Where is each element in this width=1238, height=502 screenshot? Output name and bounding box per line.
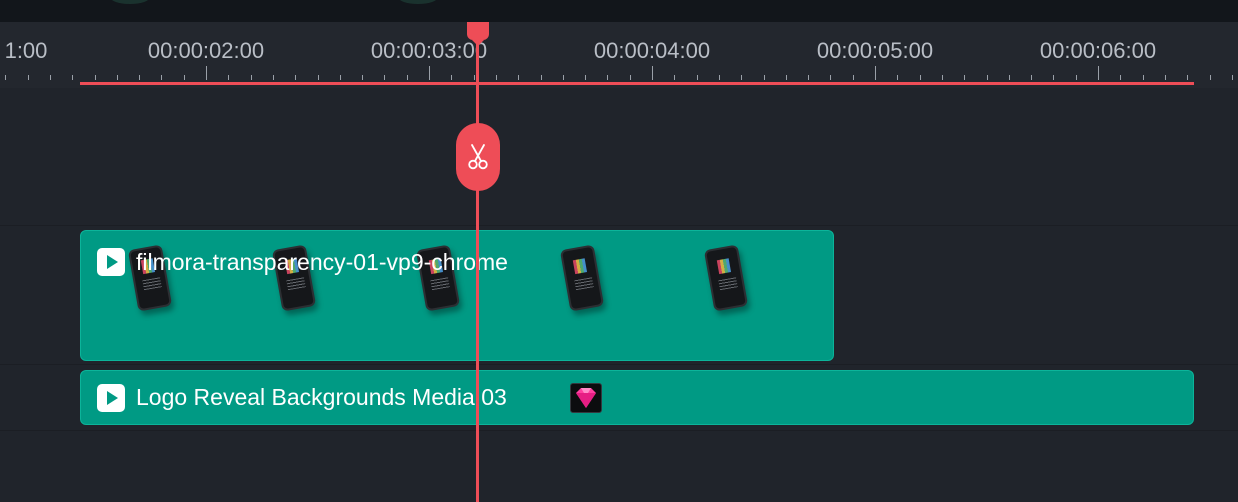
ruler-minor-tick — [518, 75, 519, 80]
clip-title: filmora-transparency-01-vp9-chrome — [136, 249, 508, 275]
video-clip-logo-reveal[interactable]: Logo Reveal Backgrounds Media 03 — [80, 370, 1194, 425]
ruler-minor-tick — [1053, 75, 1054, 80]
toolbar-control-icon[interactable] — [110, 0, 150, 4]
ruler-minor-tick — [451, 75, 452, 80]
ruler-minor-tick — [50, 75, 51, 80]
track-separator — [0, 364, 1238, 365]
premium-gem-icon — [570, 383, 602, 413]
phone-thumbnail-icon — [559, 244, 605, 312]
ruler-minor-tick — [808, 75, 809, 80]
ruler-minor-tick — [496, 75, 497, 80]
ruler-minor-tick — [1076, 75, 1077, 80]
video-clip-filmora-transparency[interactable]: filmora-transparency-01-vp9-chrome — [80, 230, 834, 361]
ruler-time-label: 1:00 — [4, 38, 48, 63]
track-separator — [0, 225, 1238, 226]
ruler-minor-tick — [251, 75, 252, 80]
ruler-minor-tick — [1165, 75, 1166, 80]
ruler-major-tick — [1098, 66, 1099, 80]
ruler-minor-tick — [942, 75, 943, 80]
split-clip-button[interactable] — [456, 123, 500, 191]
ruler-minor-tick — [585, 75, 586, 80]
ruler-minor-tick — [563, 75, 564, 80]
ruler-minor-tick — [764, 75, 765, 80]
work-area-bar[interactable] — [80, 82, 1194, 85]
ruler-minor-tick — [697, 75, 698, 80]
ruler-minor-tick — [853, 75, 854, 80]
play-icon — [97, 384, 125, 412]
playhead-handle[interactable] — [467, 22, 489, 46]
ruler-minor-tick — [897, 75, 898, 80]
ruler-minor-tick — [362, 75, 363, 80]
ruler-minor-tick — [117, 75, 118, 80]
ruler-time-label: 00:00:06:00 — [1039, 38, 1157, 63]
ruler-minor-tick — [830, 75, 831, 80]
ruler-minor-tick — [1187, 75, 1188, 80]
timeline-panel: 1:00 00:00:02:00 00:00:03:00 00:00:04:00… — [0, 0, 1238, 502]
track-separator — [0, 430, 1238, 431]
ruler-minor-tick — [1031, 75, 1032, 80]
ruler-minor-tick — [161, 75, 162, 80]
ruler-major-tick — [875, 66, 876, 80]
ruler-minor-tick — [184, 75, 185, 80]
ruler-minor-tick — [318, 75, 319, 80]
ruler-minor-tick — [1009, 75, 1010, 80]
ruler-major-tick — [206, 66, 207, 80]
ruler-minor-tick — [987, 75, 988, 80]
ruler-minor-tick — [541, 75, 542, 80]
ruler-time-label: 00:00:04:00 — [593, 38, 711, 63]
ruler-major-tick — [429, 66, 430, 80]
ruler-minor-tick — [95, 75, 96, 80]
ruler-minor-tick — [340, 75, 341, 80]
ruler-minor-tick — [295, 75, 296, 80]
ruler-minor-tick — [5, 75, 6, 80]
ruler-minor-tick — [28, 75, 29, 80]
ruler-minor-tick — [786, 75, 787, 80]
ruler-minor-tick — [474, 75, 475, 80]
ruler-minor-tick — [384, 75, 385, 80]
ruler-minor-tick — [964, 75, 965, 80]
ruler-minor-tick — [630, 75, 631, 80]
ruler-minor-tick — [607, 75, 608, 80]
play-icon — [97, 248, 125, 276]
time-ruler[interactable]: 1:00 00:00:02:00 00:00:03:00 00:00:04:00… — [0, 22, 1238, 88]
ruler-minor-tick — [1210, 75, 1211, 80]
ruler-minor-tick — [674, 75, 675, 80]
ruler-minor-tick — [273, 75, 274, 80]
ruler-minor-tick — [407, 75, 408, 80]
ruler-minor-tick — [741, 75, 742, 80]
toolbar-control-icon[interactable] — [398, 0, 438, 4]
ruler-time-label: 00:00:02:00 — [147, 38, 265, 63]
ruler-minor-tick — [1232, 75, 1233, 80]
playhead-line[interactable] — [476, 22, 479, 502]
ruler-minor-tick — [920, 75, 921, 80]
ruler-time-label: 00:00:05:00 — [816, 38, 934, 63]
phone-thumbnail-icon — [703, 244, 749, 312]
ruler-minor-tick — [72, 75, 73, 80]
ruler-minor-tick — [1120, 75, 1121, 80]
ruler-minor-tick — [228, 75, 229, 80]
ruler-minor-tick — [1143, 75, 1144, 80]
ruler-minor-tick — [139, 75, 140, 80]
ruler-minor-tick — [719, 75, 720, 80]
clip-title: Logo Reveal Backgrounds Media 03 — [136, 384, 507, 410]
preview-toolbar-strip — [0, 0, 1238, 22]
ruler-major-tick — [652, 66, 653, 80]
ruler-time-label: 00:00:03:00 — [370, 38, 488, 63]
scissors-icon — [468, 144, 488, 170]
